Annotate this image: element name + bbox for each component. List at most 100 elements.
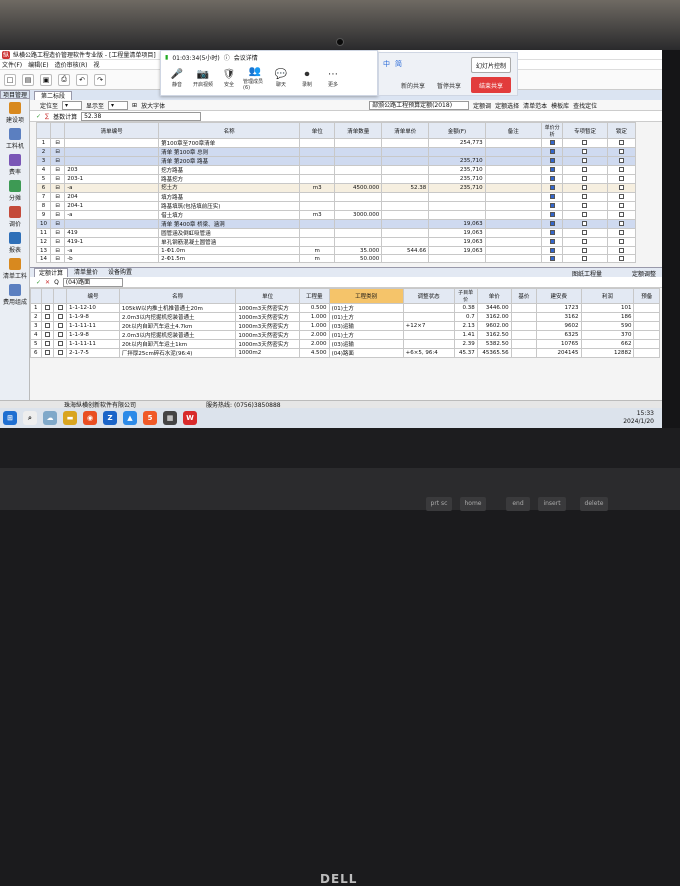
row-select-checkbox[interactable] xyxy=(40,330,55,340)
meeting-button[interactable]: 🎤 静音 xyxy=(165,63,189,93)
col-amount[interactable]: 金额(F) xyxy=(428,122,486,139)
reserve[interactable] xyxy=(633,348,660,358)
price-analysis-checkbox[interactable] xyxy=(549,212,555,217)
row-flag-checkbox[interactable] xyxy=(53,339,67,349)
meeting-button[interactable]: 💬 聊天 xyxy=(269,63,293,93)
base-price[interactable] xyxy=(510,303,538,313)
base-calc-icon[interactable]: ∑ xyxy=(45,113,49,120)
expand-toggle[interactable]: ⊟ xyxy=(50,210,66,220)
provisional-checkbox[interactable] xyxy=(582,158,588,163)
action-bill-template[interactable]: 清单范本 xyxy=(523,101,547,110)
bill-price[interactable] xyxy=(381,219,430,229)
lock-checkbox[interactable] xyxy=(618,158,624,163)
bill-amount[interactable] xyxy=(428,254,486,263)
nav-item-bill-labor[interactable]: 清单工料 xyxy=(0,256,30,282)
bill-name[interactable]: 单孔钢筋混凝土圆管涵 xyxy=(158,237,301,247)
bill-unit[interactable]: m3 xyxy=(299,210,336,220)
quota-adjust-button[interactable]: 定额调整 xyxy=(632,269,656,278)
project-manager-tab[interactable]: 项目管理 xyxy=(0,90,30,99)
bill-note[interactable] xyxy=(484,201,543,211)
bill-name[interactable]: 2-Φ1.5m xyxy=(158,254,301,263)
tab-second-section[interactable]: 第二标段 xyxy=(34,91,73,100)
action-quota-select[interactable]: 定额选择 xyxy=(495,101,519,110)
expand-toggle[interactable]: ⊟ xyxy=(50,192,66,202)
row-number[interactable]: 13 xyxy=(35,246,52,255)
bill-code[interactable] xyxy=(64,156,160,166)
adjust-status[interactable] xyxy=(402,339,455,349)
sub-price[interactable]: 2.13 xyxy=(453,321,478,331)
bill-qty[interactable] xyxy=(334,138,383,148)
bill-qty[interactable] xyxy=(334,219,383,229)
bill-code[interactable]: -a xyxy=(64,210,160,220)
nav-item-labor-material[interactable]: 工料机 xyxy=(0,126,30,152)
bill-note[interactable] xyxy=(484,237,543,247)
price-analysis-checkbox[interactable] xyxy=(549,140,555,145)
bill-name[interactable]: 路基填筑(包括填前压实) xyxy=(158,201,301,211)
bill-qty[interactable] xyxy=(334,201,383,211)
quota-code[interactable]: 1-1-12-10 xyxy=(65,303,120,313)
new-icon[interactable]: □ xyxy=(4,73,16,86)
bill-unit[interactable]: m xyxy=(299,254,336,263)
checkbox[interactable] xyxy=(44,314,50,319)
bill-name[interactable]: 挖方路基 xyxy=(158,165,301,175)
bill-name[interactable]: 借土填方 xyxy=(158,210,301,220)
provisional-checkbox[interactable] xyxy=(582,212,588,217)
quota-filter-input[interactable]: (04)路面 xyxy=(62,277,123,287)
bill-row[interactable]: 13 ⊟ -a 1-Φ1.0m m 35.000 544.66 19,063 xyxy=(35,246,637,255)
bill-note[interactable] xyxy=(484,183,543,193)
adjust-status[interactable]: +12×7 xyxy=(402,321,455,331)
bill-code[interactable] xyxy=(64,138,160,148)
row-number[interactable]: 2 xyxy=(35,147,52,157)
bill-qty[interactable] xyxy=(334,192,383,202)
check-icon[interactable]: ✓ xyxy=(36,113,41,120)
bill-code[interactable]: 419-1 xyxy=(64,237,160,247)
bill-unit[interactable] xyxy=(299,165,336,175)
row-select-checkbox[interactable] xyxy=(40,303,55,313)
checkbox[interactable] xyxy=(44,323,50,328)
open-icon[interactable]: ▤ xyxy=(22,73,34,86)
bill-qty[interactable] xyxy=(334,228,383,238)
action-quota-adjust[interactable]: 定额调 xyxy=(473,101,491,110)
tab-quota-calc[interactable]: 定额计算 xyxy=(34,268,69,277)
quota-code[interactable]: 1-1-11-11 xyxy=(65,339,120,349)
expand-toggle[interactable]: ⊟ xyxy=(50,165,66,175)
provisional-checkbox[interactable] xyxy=(582,149,588,154)
bill-note[interactable] xyxy=(484,254,543,263)
quota-qty[interactable]: 1.000 xyxy=(298,321,330,331)
row-select-checkbox[interactable] xyxy=(40,339,55,349)
file-explorer-icon[interactable]: ▬ xyxy=(63,411,77,425)
quota-row[interactable]: 2 1-1-9-8 2.0m3以内挖掘机挖装普通土 1000m3天然密实方 1.000(… xyxy=(30,312,660,322)
row-number[interactable]: 5 xyxy=(30,339,42,349)
unit-price[interactable]: 9602.00 xyxy=(476,321,512,331)
checkbox[interactable] xyxy=(57,305,63,310)
row-number[interactable]: 7 xyxy=(35,192,52,202)
price-analysis-checkbox[interactable] xyxy=(549,149,555,154)
checkbox[interactable] xyxy=(57,341,63,346)
price-analysis-checkbox[interactable] xyxy=(549,167,555,172)
col-unit-price[interactable]: 单价 xyxy=(476,288,512,304)
meeting-button[interactable]: 👥 管理成员(6) xyxy=(243,63,267,93)
row-number[interactable]: 9 xyxy=(35,210,52,220)
expand-toggle[interactable]: ⊟ xyxy=(50,201,66,211)
search-taskbar-icon[interactable]: ⌕ xyxy=(23,411,37,425)
bill-note[interactable] xyxy=(484,246,543,255)
lock-checkbox[interactable] xyxy=(618,255,624,261)
print-icon[interactable]: ⎙ xyxy=(58,73,70,86)
bill-amount[interactable]: 235,710 xyxy=(428,183,486,193)
confirm-icon[interactable]: ✓ xyxy=(36,279,41,286)
lock-checkbox[interactable] xyxy=(618,203,624,208)
bill-name[interactable]: 路基挖方 xyxy=(158,174,301,184)
search-icon[interactable]: Q xyxy=(54,279,59,286)
bill-row[interactable]: 3 ⊟ 清单 第200章 路基 235,710 xyxy=(35,156,637,166)
bill-amount[interactable]: 19,063 xyxy=(428,237,486,247)
lock-checkbox[interactable] xyxy=(618,185,624,190)
bill-row[interactable]: 10 ⊟ 清单 第400章 桥梁、涵洞 19,063 xyxy=(35,219,637,229)
base-price[interactable] xyxy=(510,348,538,358)
quota-unit[interactable]: 1000m3天然密实方 xyxy=(235,312,300,322)
provisional-checkbox[interactable] xyxy=(582,247,588,253)
quota-code[interactable]: 1-1-9-8 xyxy=(65,330,120,340)
quota-name[interactable]: 20t以内自卸汽车运土1km xyxy=(118,339,237,349)
row-number[interactable]: 5 xyxy=(35,174,52,184)
checkbox[interactable] xyxy=(44,350,50,355)
quota-name[interactable]: 2.0m3以内挖掘机挖装普通土 xyxy=(118,312,237,322)
